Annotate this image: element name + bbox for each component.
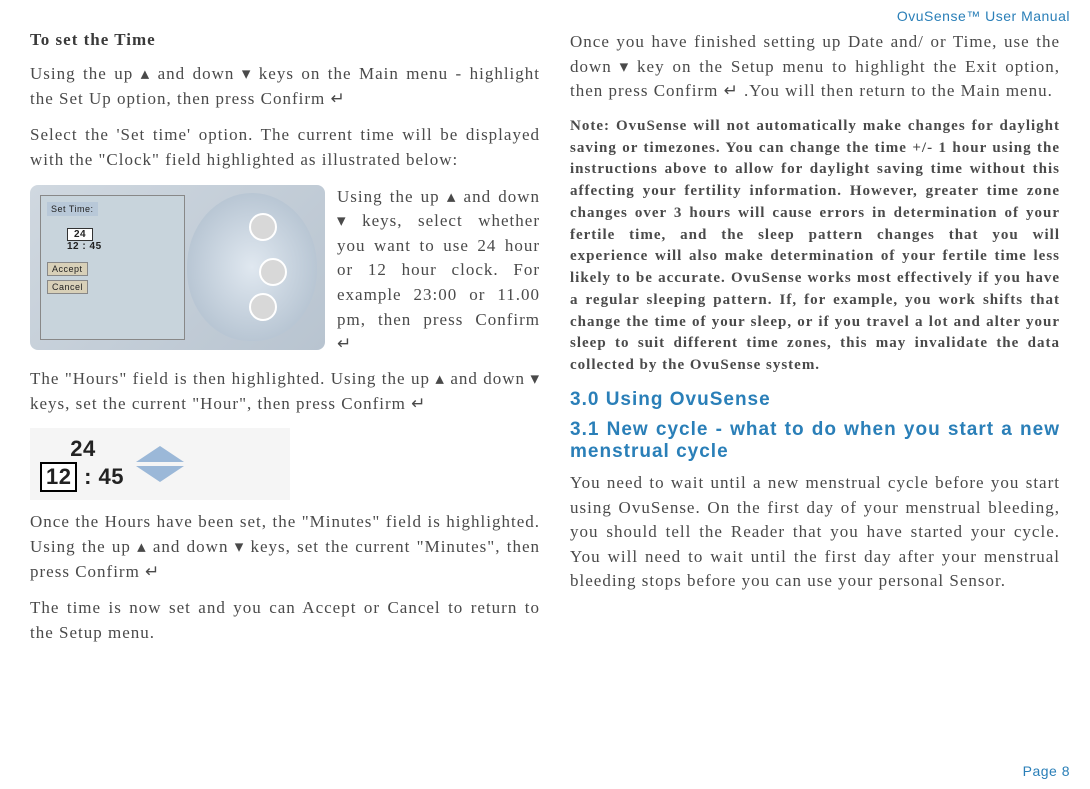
editor-sep: : 45 — [77, 464, 124, 489]
screen-24-box: 24 — [67, 228, 93, 241]
new-cycle-p: You need to wait until a new menstrual c… — [570, 471, 1060, 594]
editor-12-box: 12 — [40, 462, 77, 492]
time-editor-illustration: 24 12 : 45 — [30, 428, 290, 500]
finish-setup-p: Once you have finished setting up Date a… — [570, 30, 1060, 104]
set-time-p1: Using the up ▴ and down ▾ keys on the Ma… — [30, 62, 540, 111]
editor-up-icon — [136, 446, 184, 462]
device-body-shape — [187, 193, 317, 341]
left-column: To set the Time Using the up ▴ and down … — [30, 30, 540, 658]
screen-time: 12 : 45 — [67, 241, 102, 252]
device-screen: Set Time: 24 12 : 45 Accept Cancel — [40, 195, 185, 340]
header-product: OvuSense™ User Manual — [897, 8, 1070, 24]
screen-cancel: Cancel — [47, 280, 88, 294]
set-time-p2: Select the 'Set time' option. The curren… — [30, 123, 540, 172]
set-time-p5: The time is now set and you can Accept o… — [30, 596, 540, 645]
device-btn-up-icon — [249, 213, 277, 241]
set-time-p4: Once the Hours have been set, the "Minut… — [30, 510, 540, 584]
section-3-1-heading: 3.1 New cycle - what to do when you star… — [570, 419, 1060, 463]
device-btn-confirm-icon — [259, 258, 287, 286]
set-time-title: To set the Time — [30, 30, 540, 50]
section-3-heading: 3.0 Using OvuSense — [570, 389, 1060, 411]
right-column: Once you have finished setting up Date a… — [570, 30, 1060, 658]
device-btn-down-icon — [249, 293, 277, 321]
editor-24: 24 — [42, 436, 124, 462]
editor-down-icon — [136, 466, 184, 482]
set-time-p3: The "Hours" field is then highlighted. U… — [30, 367, 540, 416]
note-text: Note: OvuSense will not automatically ma… — [570, 116, 1060, 377]
device-side-text: Using the up ▴ and down ▾ keys, select w… — [337, 185, 540, 357]
page-number: Page 8 — [1023, 763, 1070, 779]
screen-title: Set Time: — [47, 202, 98, 216]
device-illustration: Set Time: 24 12 : 45 Accept Cancel — [30, 185, 325, 350]
screen-accept: Accept — [47, 262, 88, 276]
